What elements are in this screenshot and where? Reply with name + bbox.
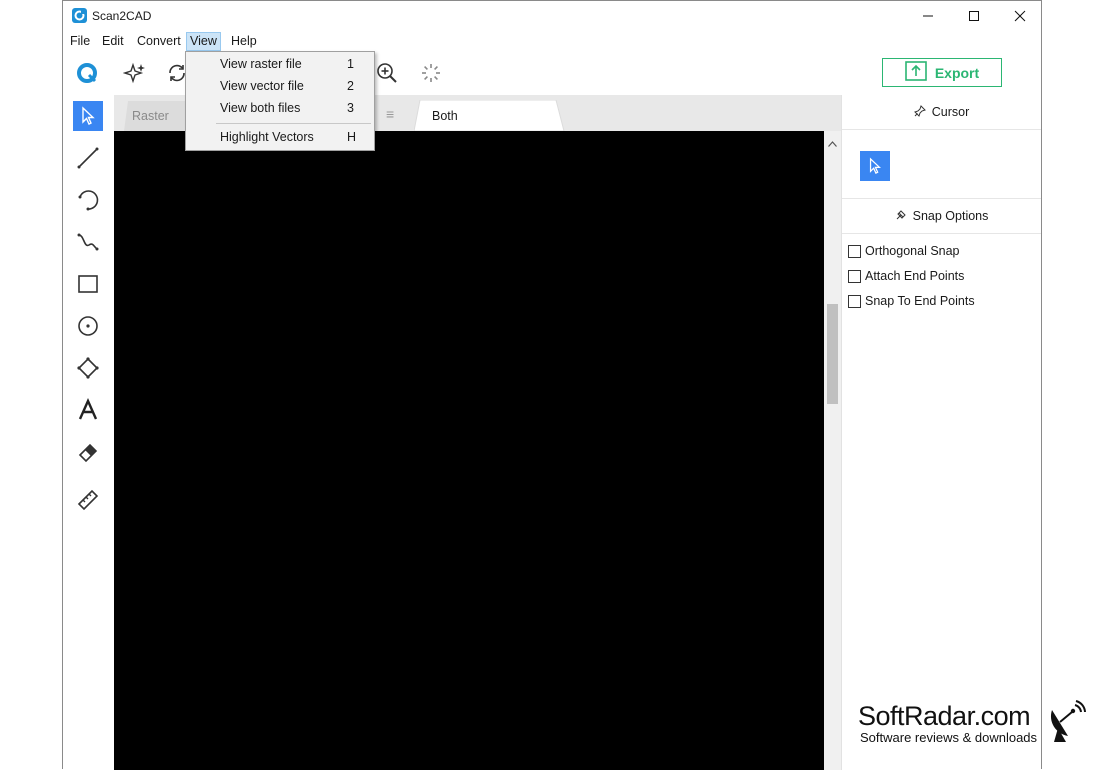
snap-magnet-icon bbox=[895, 209, 907, 224]
arc-tool-icon[interactable] bbox=[73, 185, 103, 215]
tab-raster[interactable]: Raster bbox=[132, 101, 169, 131]
circle-tool-icon[interactable] bbox=[73, 311, 103, 341]
sparkle-enhance-icon[interactable] bbox=[122, 61, 147, 85]
zoom-in-icon[interactable] bbox=[375, 61, 399, 85]
cursor-mode-button[interactable] bbox=[860, 151, 890, 181]
polygon-tool-icon[interactable] bbox=[73, 353, 103, 383]
loading-spinner-icon[interactable] bbox=[419, 61, 443, 85]
export-label: Export bbox=[934, 64, 980, 81]
maximize-button[interactable] bbox=[951, 1, 997, 31]
satellite-dish-icon bbox=[1046, 700, 1086, 744]
menu-edit[interactable]: Edit bbox=[99, 32, 127, 51]
orthogonal-snap-checkbox[interactable] bbox=[848, 244, 861, 258]
menu-help[interactable]: Help bbox=[228, 32, 260, 51]
tab-menu-icon[interactable]: ≡ bbox=[386, 106, 394, 122]
view-both-label: View both files bbox=[220, 101, 301, 115]
snap-section-header: Snap Options bbox=[842, 198, 1041, 234]
orthogonal-snap-label: Orthogonal Snap bbox=[865, 244, 960, 258]
watermark-subtitle: Software reviews & downloads bbox=[860, 730, 1038, 745]
attach-end-points-checkbox[interactable] bbox=[848, 269, 861, 283]
export-button[interactable]: Export bbox=[882, 58, 1002, 87]
curve-tool-icon[interactable] bbox=[73, 227, 103, 257]
left-tool-palette bbox=[63, 95, 115, 770]
text-tool-icon[interactable] bbox=[73, 395, 103, 425]
scrollbar-thumb[interactable] bbox=[827, 304, 838, 404]
scroll-up-arrow-icon[interactable] bbox=[828, 135, 837, 150]
line-tool-icon[interactable] bbox=[73, 143, 103, 173]
highlight-vectors-label: Highlight Vectors bbox=[220, 130, 314, 144]
snap-to-end-points-option[interactable]: Snap To End Points bbox=[848, 293, 975, 309]
cursor-section-header: Cursor bbox=[842, 95, 1041, 130]
measure-ruler-icon[interactable] bbox=[73, 485, 103, 515]
select-cursor-tool[interactable] bbox=[73, 101, 103, 131]
view-dropdown-menu: View raster file 1 View vector file 2 Vi… bbox=[185, 51, 375, 151]
menu-bar: File Edit Convert View Help bbox=[63, 31, 1041, 51]
rectangle-tool-icon[interactable] bbox=[73, 269, 103, 299]
view-vector-label: View vector file bbox=[220, 79, 304, 93]
drawing-canvas[interactable] bbox=[114, 131, 824, 770]
snap-to-end-points-label: Snap To End Points bbox=[865, 294, 975, 308]
view-vector-shortcut: 2 bbox=[347, 79, 354, 93]
menu-file[interactable]: File bbox=[67, 32, 93, 51]
menu-separator bbox=[216, 123, 371, 124]
orthogonal-snap-option[interactable]: Orthogonal Snap bbox=[848, 243, 960, 259]
close-button[interactable] bbox=[997, 1, 1043, 31]
window-title: Scan2CAD bbox=[92, 9, 152, 23]
properties-panel: Cursor Snap Options Orthogonal Snap Atta… bbox=[841, 95, 1041, 770]
title-bar: Scan2CAD bbox=[63, 1, 1041, 31]
menu-item-view-both[interactable]: View both files 3 bbox=[186, 98, 374, 118]
eraser-tool-icon[interactable] bbox=[73, 437, 103, 467]
highlight-vectors-shortcut: H bbox=[347, 130, 357, 144]
cursor-heading: Cursor bbox=[931, 105, 970, 119]
pin-icon bbox=[913, 104, 926, 120]
attach-end-points-option[interactable]: Attach End Points bbox=[848, 268, 964, 284]
watermark-title: SoftRadar.com bbox=[858, 701, 1031, 731]
snap-to-end-points-checkbox[interactable] bbox=[848, 294, 861, 308]
view-both-shortcut: 3 bbox=[347, 101, 354, 115]
menu-item-view-raster[interactable]: View raster file 1 bbox=[186, 54, 374, 74]
canvas-vertical-scrollbar[interactable] bbox=[824, 131, 841, 770]
menu-view[interactable]: View bbox=[186, 32, 221, 51]
minimize-button[interactable] bbox=[905, 1, 951, 31]
tab-both[interactable]: Both bbox=[432, 101, 458, 131]
scan2cad-logo-icon bbox=[72, 8, 87, 23]
view-raster-label: View raster file bbox=[220, 57, 302, 71]
menu-item-highlight-vectors[interactable]: Highlight Vectors H bbox=[186, 127, 374, 147]
menu-convert[interactable]: Convert bbox=[134, 32, 184, 51]
attach-end-points-label: Attach End Points bbox=[865, 269, 965, 283]
export-icon bbox=[905, 61, 927, 84]
scan-logo-button[interactable] bbox=[75, 61, 99, 85]
view-raster-shortcut: 1 bbox=[347, 57, 354, 71]
menu-item-view-vector[interactable]: View vector file 2 bbox=[186, 76, 374, 96]
snap-heading: Snap Options bbox=[912, 209, 989, 223]
